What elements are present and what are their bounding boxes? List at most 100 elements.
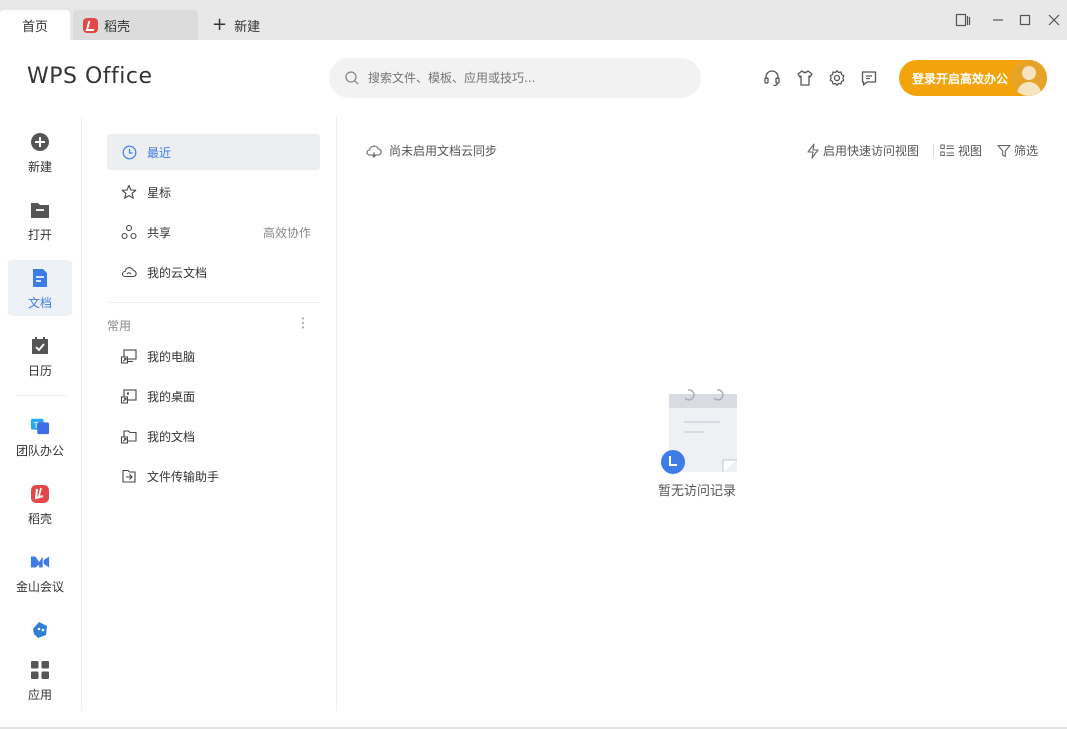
nav-divider (107, 302, 320, 303)
message-icon (861, 71, 877, 86)
nav-item-file-transfer[interactable]: 文件传输助手 (107, 458, 320, 494)
tab-docer-label: 稻壳 (104, 19, 131, 35)
nav-item-my-computer[interactable]: 我的电脑 (107, 338, 320, 374)
folder-shortcut-icon (121, 428, 137, 444)
empty-state: 暂无访问记录 (647, 384, 747, 499)
quick-access-button[interactable]: 启用快速访问视图 (806, 142, 919, 159)
rail-label-calendar: 日历 (27, 364, 52, 378)
rail-item-docs[interactable]: 文档 (8, 260, 72, 316)
nav-item-shared[interactable]: 共享 高效协作 (107, 214, 320, 250)
rail-label-apps: 应用 (27, 688, 52, 702)
feedback-button[interactable] (859, 68, 879, 88)
empty-calendar-illustration (661, 389, 737, 474)
layout-switch-button[interactable] (954, 10, 972, 30)
rail-label-new: 新建 (27, 160, 52, 174)
more-vertical-icon[interactable] (300, 316, 306, 333)
login-button[interactable]: 登录开启高效办公 (899, 60, 1047, 96)
rail-item-mascot[interactable] (8, 612, 72, 648)
quick-access-label: 启用快速访问视图 (823, 144, 920, 158)
close-button[interactable] (1045, 10, 1063, 30)
rail-item-team[interactable]: T 团队办公 (5, 408, 75, 464)
computer-shortcut-icon (121, 348, 137, 364)
view-label: 视图 (958, 144, 983, 158)
nav-label-cloud-docs: 我的云文档 (147, 265, 208, 280)
layout-icon (955, 13, 971, 27)
rail-label-meeting: 金山会议 (15, 580, 64, 594)
view-button[interactable]: 视图 (940, 142, 982, 159)
close-icon (1048, 14, 1060, 26)
nav-label-my-desktop: 我的桌面 (147, 389, 196, 404)
search-bar[interactable] (329, 58, 701, 98)
docer-logo-icon (83, 17, 98, 33)
new-tab-button[interactable]: + 新建 (210, 10, 260, 40)
nav-label-my-computer: 我的电脑 (147, 349, 196, 364)
rail-label-docs: 文档 (27, 296, 52, 310)
rail-label-open: 打开 (27, 228, 52, 242)
cloud-sync-label: 尚未启用文档云同步 (389, 144, 498, 158)
shared-collab-link[interactable]: 高效协作 (263, 224, 311, 241)
lightning-icon (806, 142, 820, 159)
desktop-shortcut-icon (121, 388, 137, 404)
rail-item-apps[interactable]: 应用 (8, 652, 72, 708)
mascot-icon (30, 620, 50, 640)
search-icon (345, 71, 359, 85)
nav-label-my-documents: 我的文档 (147, 429, 196, 444)
folder-icon (30, 200, 50, 220)
cloud-sync-notice[interactable]: 尚未启用文档云同步 (365, 142, 497, 159)
svg-text:T: T (33, 420, 40, 430)
nav-label-recent: 最近 (147, 145, 172, 160)
wps-office-logo: WPS Office (27, 64, 153, 89)
minimize-button[interactable] (989, 10, 1007, 30)
rail-label-docer: 稻壳 (27, 512, 52, 526)
maximize-icon (1019, 14, 1031, 26)
empty-state-text: 暂无访问记录 (657, 484, 736, 499)
nav-item-starred[interactable]: 星标 (107, 174, 320, 210)
cloud-sync-icon (365, 143, 383, 159)
nav-label-shared: 共享 (147, 225, 172, 240)
rail-label-team: 团队办公 (15, 444, 64, 458)
nav-item-my-documents[interactable]: 我的文档 (107, 418, 320, 454)
rail-item-open[interactable]: 打开 (8, 192, 72, 248)
header: WPS Office 登录开启高效办公 (0, 40, 1067, 116)
login-label: 登录开启高效办公 (912, 71, 1009, 86)
main-panel: 尚未启用文档云同步 启用快速访问视图 视图 筛选 暂无访问记录 (337, 116, 1067, 711)
filter-icon (997, 144, 1011, 158)
title-bar: 首页 稻壳 + 新建 (0, 0, 1067, 40)
gear-icon (829, 69, 845, 87)
tab-home[interactable]: 首页 (0, 10, 70, 40)
tab-home-label: 首页 (21, 19, 48, 35)
calendar-icon (30, 336, 50, 356)
document-icon (30, 268, 50, 288)
filter-button[interactable]: 筛选 (997, 142, 1038, 159)
list-view-icon (940, 144, 955, 158)
toolbar-divider (933, 144, 934, 158)
filter-label: 筛选 (1014, 144, 1039, 158)
nav-label-starred: 星标 (147, 185, 172, 200)
apps-grid-icon (30, 660, 50, 680)
document-nav: 最近 星标 共享 高效协作 我的云文档 常用 我的电脑 我的桌面 我的文档 文件… (82, 116, 337, 711)
meeting-icon (30, 552, 50, 572)
settings-button[interactable] (827, 68, 847, 88)
nav-item-recent[interactable]: 最近 (107, 134, 320, 170)
support-button[interactable] (762, 68, 782, 88)
nav-item-cloud-docs[interactable]: 我的云文档 (107, 254, 320, 290)
maximize-button[interactable] (1016, 10, 1034, 30)
left-rail: 新建 打开 文档 日历 T 团队办公 稻壳 金山会议 应用 (0, 116, 82, 711)
skin-button[interactable] (795, 68, 815, 88)
nav-item-my-desktop[interactable]: 我的桌面 (107, 378, 320, 414)
rail-item-new[interactable]: 新建 (8, 124, 72, 180)
search-input[interactable] (368, 71, 668, 85)
avatar (1011, 60, 1047, 96)
minimize-icon (993, 19, 1003, 21)
rail-item-meeting[interactable]: 金山会议 (5, 544, 75, 600)
cloud-icon (121, 264, 137, 280)
tab-docer[interactable]: 稻壳 (73, 10, 198, 40)
headset-icon (764, 70, 780, 87)
share-icon (121, 224, 137, 240)
rail-item-docer[interactable]: 稻壳 (8, 476, 72, 532)
new-tab-label: 新建 (234, 19, 261, 35)
docer-icon (30, 484, 50, 504)
rail-item-calendar[interactable]: 日历 (8, 328, 72, 384)
nav-label-file-transfer: 文件传输助手 (147, 469, 220, 484)
team-office-icon: T (30, 416, 50, 436)
